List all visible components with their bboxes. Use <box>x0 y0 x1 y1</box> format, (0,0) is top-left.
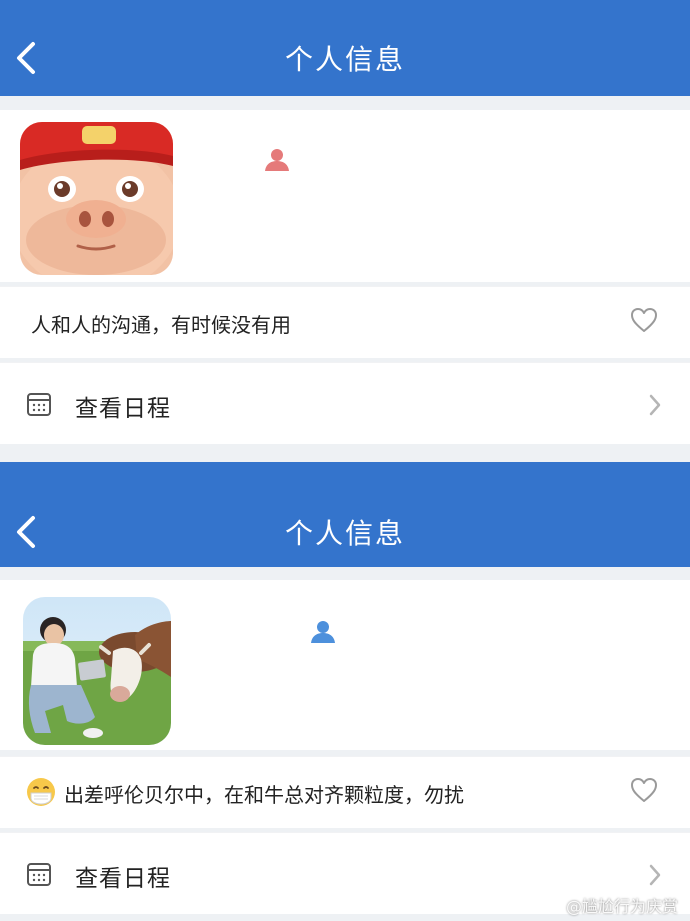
profile-card <box>0 110 690 282</box>
status-row: 人和人的沟通，有时候没有用 <box>0 286 690 358</box>
schedule-row[interactable]: 查看日程 <box>0 362 690 444</box>
profile-card <box>0 580 690 750</box>
person-icon <box>265 149 289 171</box>
navbar: 个人信息 <box>0 462 690 567</box>
watermark: @尴尬行为庆赏 <box>565 897 678 916</box>
avatar[interactable] <box>20 122 173 275</box>
profile-screen-2: 个人信息 出差呼伦贝尔中，在和牛总对齐颗粒度，勿扰 查看日程 <box>0 462 690 921</box>
status-text: 出差呼伦贝尔中，在和牛总对齐颗粒度，勿扰 <box>64 783 464 807</box>
avatar-pig-image <box>20 122 173 275</box>
page-title: 个人信息 <box>284 517 405 550</box>
view-schedule-label: 查看日程 <box>75 866 171 892</box>
person-icon <box>311 621 335 643</box>
weibo-logo-icon <box>537 894 561 914</box>
heart-icon[interactable] <box>630 307 658 333</box>
heart-icon[interactable] <box>630 777 658 803</box>
chevron-right-icon <box>649 394 661 416</box>
profile-screen-1: 个人信息 人和人的沟通，有时候没有用 查看日程 <box>0 0 690 456</box>
calendar-icon <box>27 393 51 416</box>
avatar-grassland-image <box>23 597 171 745</box>
calendar-icon <box>27 863 51 886</box>
view-schedule-label: 查看日程 <box>75 396 171 422</box>
mask-face-emoji <box>27 778 55 806</box>
navbar: 个人信息 <box>0 0 690 96</box>
avatar[interactable] <box>23 597 171 745</box>
page-title: 个人信息 <box>284 43 405 76</box>
chevron-right-icon <box>649 864 661 886</box>
status-text: 人和人的沟通，有时候没有用 <box>31 313 291 337</box>
status-row: 出差呼伦贝尔中，在和牛总对齐颗粒度，勿扰 <box>0 756 690 828</box>
